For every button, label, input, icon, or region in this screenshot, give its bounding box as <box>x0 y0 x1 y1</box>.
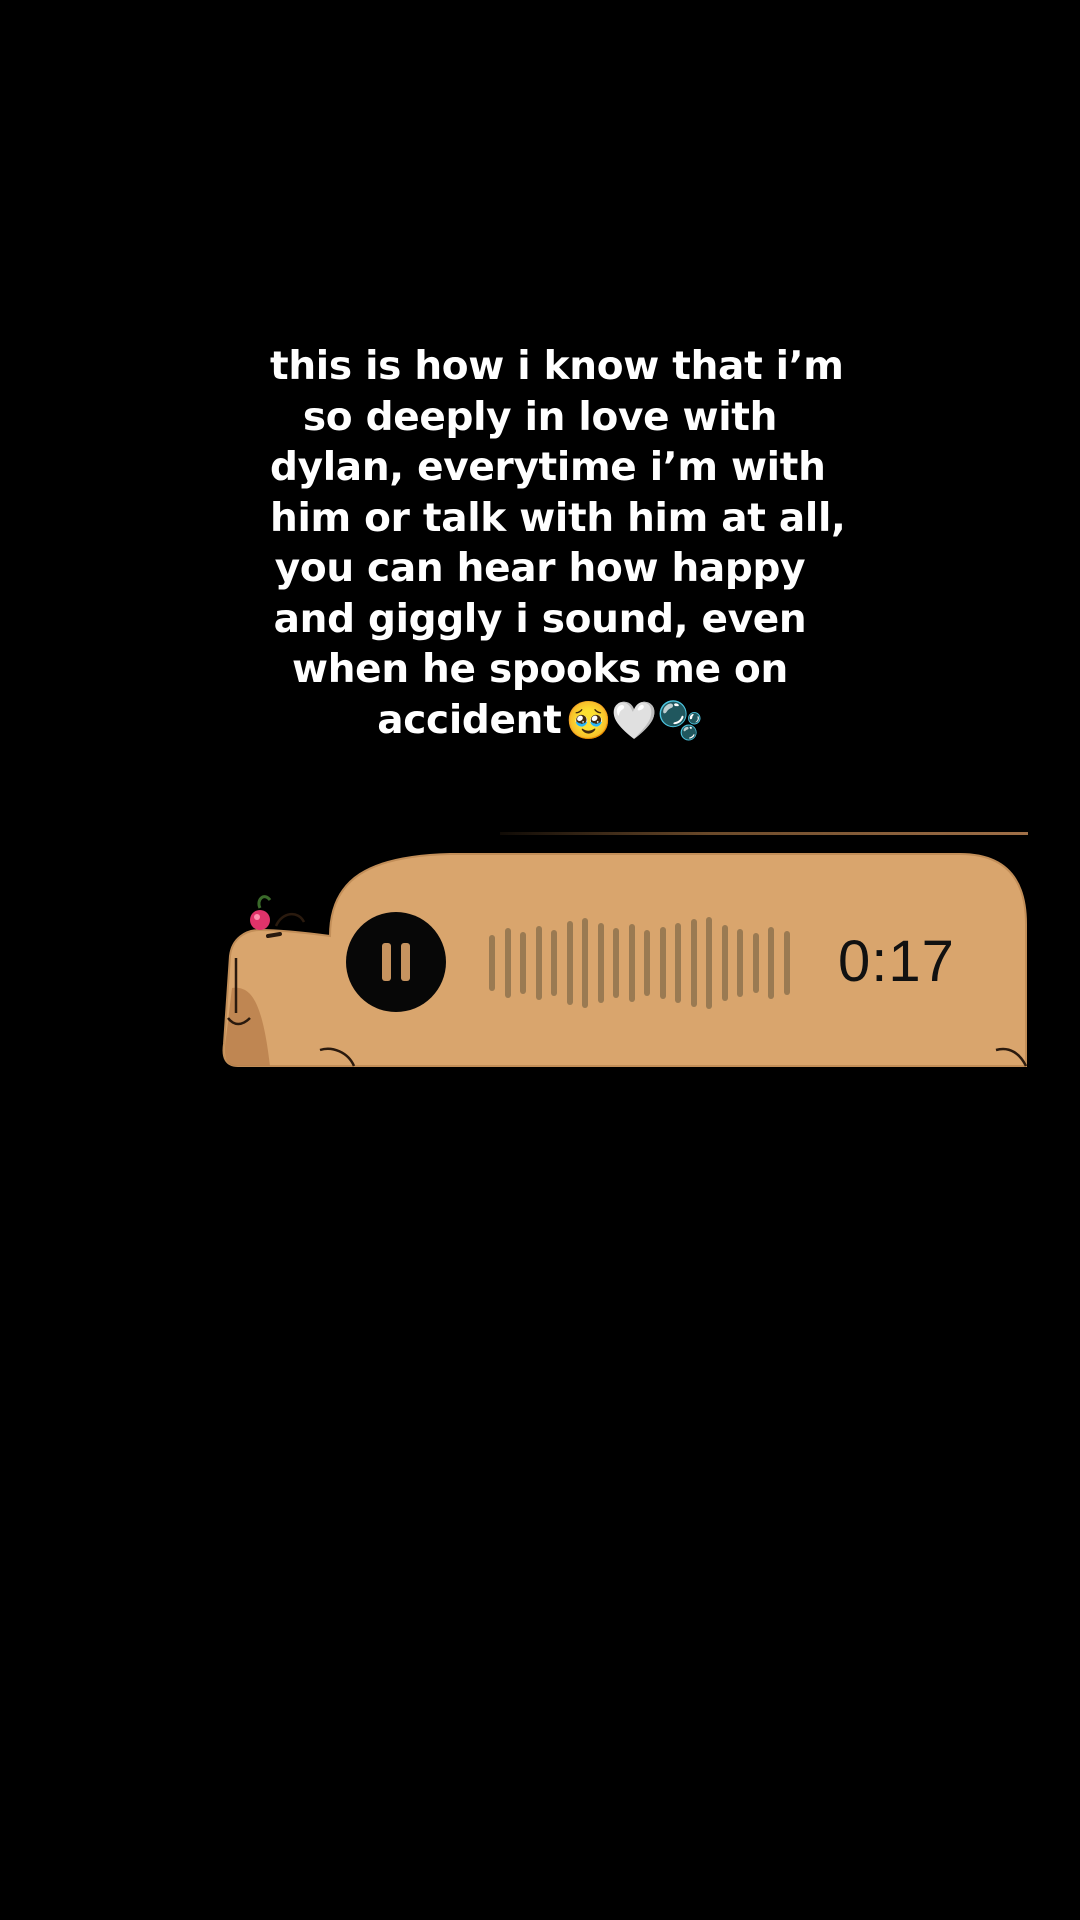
caption-line: this is how i know that i’m <box>270 344 844 389</box>
waveform-bar <box>752 933 759 993</box>
waveform-bar <box>783 931 790 995</box>
pause-icon <box>401 943 410 981</box>
caption-line: when he spooks me on <box>291 647 789 692</box>
waveform-bar <box>535 926 542 1000</box>
waveform-bar <box>690 919 697 1007</box>
waveform-bar <box>659 927 666 999</box>
waveform-bar <box>768 927 774 999</box>
waveform-bar <box>520 932 526 994</box>
waveform-bar <box>675 923 681 1003</box>
waveform-bar <box>582 918 588 1008</box>
waveform-bar <box>566 921 573 1005</box>
waveform-bar <box>737 929 743 997</box>
waveform-bar <box>721 925 728 1001</box>
waveform-bar <box>706 917 712 1009</box>
caption-line-last: accident 🥹🤍🫧 <box>270 696 810 747</box>
waveform-bar <box>551 930 557 996</box>
caption-line: so deeply in love with <box>302 394 778 440</box>
audio-waveform[interactable] <box>489 908 799 1018</box>
caption-line: you can hear how happy <box>274 546 806 591</box>
waveform-bar <box>613 928 619 998</box>
waveform-bar <box>597 923 604 1003</box>
voice-message-bubble[interactable]: 0:17 <box>220 838 1030 1078</box>
pause-icon <box>382 943 391 981</box>
duration-label: 0:17 <box>838 929 955 994</box>
caption-line: and giggly i sound, even <box>273 596 807 642</box>
pause-button[interactable] <box>346 912 446 1012</box>
caption-line: dylan, everytime i’m with <box>270 445 826 490</box>
waveform-bar <box>628 924 635 1002</box>
caption-line: him or talk with him at all, <box>270 495 846 541</box>
waveform-bar <box>504 928 511 998</box>
waveform-bar <box>489 935 495 991</box>
divider-line <box>500 832 1028 835</box>
caption-emoji: 🥹🤍🫧 <box>565 698 704 742</box>
waveform-bar <box>644 930 650 996</box>
caption-text: this is how i know that i’m so deeply in… <box>270 342 846 747</box>
caption-line: accident <box>377 697 562 743</box>
